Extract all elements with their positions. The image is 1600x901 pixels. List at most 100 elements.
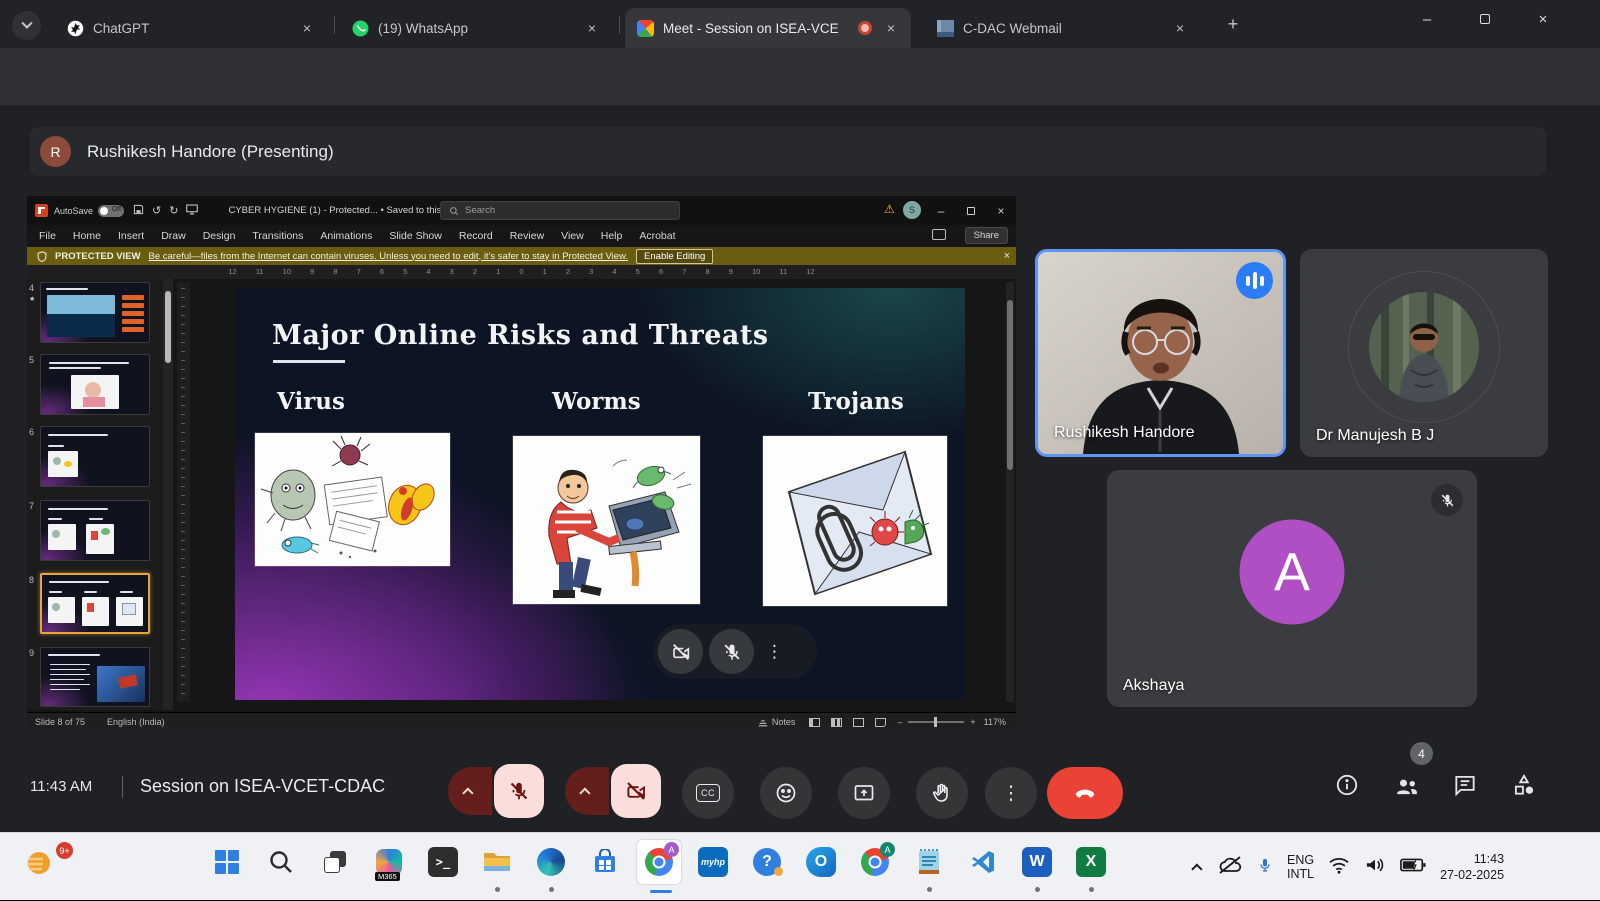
microphone-tray-icon[interactable] (1257, 854, 1273, 881)
raise-hand-button[interactable] (916, 767, 968, 819)
menu-animations[interactable]: Animations (320, 230, 372, 242)
menu-acrobat[interactable]: Acrobat (639, 230, 675, 242)
outlook-icon[interactable]: O (799, 840, 843, 884)
camera-off-button[interactable] (611, 764, 661, 818)
task-view-icon[interactable] (313, 840, 357, 884)
start-button[interactable] (205, 840, 249, 884)
window-minimize-button[interactable]: – (1404, 0, 1450, 38)
redo-icon[interactable]: ↻ (169, 204, 178, 217)
tab-whatsapp[interactable]: (19) WhatsApp × (340, 8, 612, 48)
ppt-restore-button[interactable] (956, 196, 986, 225)
tab-cdac-webmail[interactable]: C-DAC Webmail × (925, 8, 1200, 48)
language-indicator[interactable]: ENGINTL (1287, 853, 1314, 881)
battery-icon[interactable] (1400, 857, 1426, 878)
get-help-icon[interactable]: ? (745, 840, 789, 884)
ppt-close-button[interactable]: × (986, 196, 1016, 225)
chrome-icon-active[interactable]: A (637, 840, 681, 884)
activities-button[interactable] (1511, 772, 1539, 800)
slide-thumb-4[interactable] (40, 282, 150, 343)
camera-options-button[interactable] (565, 767, 609, 815)
close-icon[interactable]: × (582, 18, 602, 38)
vscode-icon[interactable] (961, 840, 1005, 884)
chrome-secondary-icon[interactable]: A (853, 840, 897, 884)
office-account-avatar[interactable]: S (903, 201, 921, 219)
tab-chatgpt[interactable]: ChatGPT × (55, 8, 327, 48)
window-restore-button[interactable] (1462, 0, 1508, 38)
word-icon[interactable]: W (1015, 840, 1059, 884)
menu-view[interactable]: View (561, 230, 584, 242)
enable-editing-button[interactable]: Enable Editing (636, 249, 713, 264)
end-call-button[interactable] (1047, 767, 1123, 819)
edge-icon[interactable] (529, 840, 573, 884)
volume-icon[interactable] (1364, 856, 1386, 879)
present-screen-button[interactable] (838, 767, 890, 819)
close-icon[interactable]: × (1170, 18, 1190, 38)
slide-thumb-8-selected[interactable] (40, 573, 150, 634)
participant-tile-rushikesh[interactable]: Rushikesh Handore (1035, 249, 1286, 457)
menu-transitions[interactable]: Transitions (252, 230, 303, 242)
ppt-minimize-button[interactable]: – (926, 196, 956, 225)
notepad-icon[interactable] (907, 840, 951, 884)
slide-thumb-7[interactable] (40, 500, 150, 561)
more-options-button[interactable]: ⋮ (985, 767, 1037, 819)
new-tab-button[interactable]: + (1218, 10, 1248, 38)
thumbnail-scrollbar[interactable] (163, 279, 173, 710)
notes-button[interactable]: Notes (758, 717, 796, 727)
search-icon[interactable] (259, 840, 303, 884)
slideshow-icon[interactable] (186, 204, 198, 218)
mic-options-button[interactable] (448, 767, 492, 815)
copilot-m365-icon[interactable]: M365 (367, 840, 411, 884)
language-indicator[interactable]: English (India) (107, 717, 165, 727)
save-icon[interactable] (133, 204, 144, 218)
mic-off-overlay-icon[interactable] (709, 629, 754, 674)
file-explorer-icon[interactable] (475, 840, 519, 884)
slide-thumb-6[interactable] (40, 426, 150, 487)
microsoft-store-icon[interactable] (583, 840, 627, 884)
menu-draw[interactable]: Draw (161, 230, 186, 242)
window-close-button[interactable]: × (1520, 0, 1566, 38)
close-icon[interactable]: × (297, 18, 317, 38)
slide-scrollbar[interactable] (1006, 282, 1014, 702)
menu-slideshow[interactable]: Slide Show (389, 230, 442, 242)
share-button[interactable]: Share (965, 227, 1008, 244)
onedrive-paused-icon[interactable] (1217, 855, 1243, 880)
menu-record[interactable]: Record (459, 230, 493, 242)
people-button[interactable] (1393, 772, 1421, 800)
comments-icon[interactable] (932, 229, 946, 240)
captions-button[interactable]: CC (682, 767, 734, 819)
wifi-icon[interactable] (1328, 856, 1350, 879)
undo-icon[interactable]: ↺ (152, 204, 161, 217)
clock[interactable]: 11:4327-02-2025 (1440, 851, 1504, 883)
zoom-slider[interactable] (908, 721, 964, 723)
tab-meet-active[interactable]: Meet - Session on ISEA-VCE × (625, 8, 911, 48)
slide-thumb-5[interactable] (40, 354, 150, 415)
autosave-toggle[interactable]: Off (98, 205, 124, 217)
overlay-more-icon[interactable]: ⋮ (766, 642, 783, 662)
slideshow-view-button[interactable] (875, 718, 886, 727)
participant-tile-manujesh[interactable]: Dr Manujesh B J (1300, 249, 1548, 457)
hidden-icons-chevron[interactable] (1191, 863, 1202, 874)
menu-help[interactable]: Help (601, 230, 623, 242)
zoom-out-button[interactable]: – (897, 717, 902, 727)
mic-off-button[interactable] (494, 764, 544, 818)
slide-sorter-view-button[interactable] (831, 718, 842, 727)
meeting-details-button[interactable] (1334, 772, 1362, 800)
widgets-weather-icon[interactable]: 9+ (18, 840, 62, 884)
normal-view-button[interactable] (809, 718, 820, 727)
myhp-icon[interactable]: myhp (691, 840, 735, 884)
slide-thumb-9[interactable] (40, 647, 150, 707)
zoom-percent[interactable]: 117% (984, 717, 1006, 727)
menu-file[interactable]: File (39, 230, 56, 242)
zoom-in-button[interactable]: + (970, 717, 975, 727)
close-icon[interactable]: × (1004, 250, 1010, 262)
menu-home[interactable]: Home (73, 230, 101, 242)
menu-insert[interactable]: Insert (118, 230, 144, 242)
menu-design[interactable]: Design (203, 230, 236, 242)
ppt-search-box[interactable]: Search (440, 201, 680, 220)
chat-button[interactable] (1452, 772, 1480, 800)
close-icon[interactable]: × (881, 18, 901, 38)
camera-off-overlay-icon[interactable] (658, 629, 703, 674)
tab-search-button[interactable] (12, 11, 41, 40)
terminal-icon[interactable]: >_ (421, 840, 465, 884)
participant-tile-akshaya[interactable]: A Akshaya (1107, 470, 1477, 707)
